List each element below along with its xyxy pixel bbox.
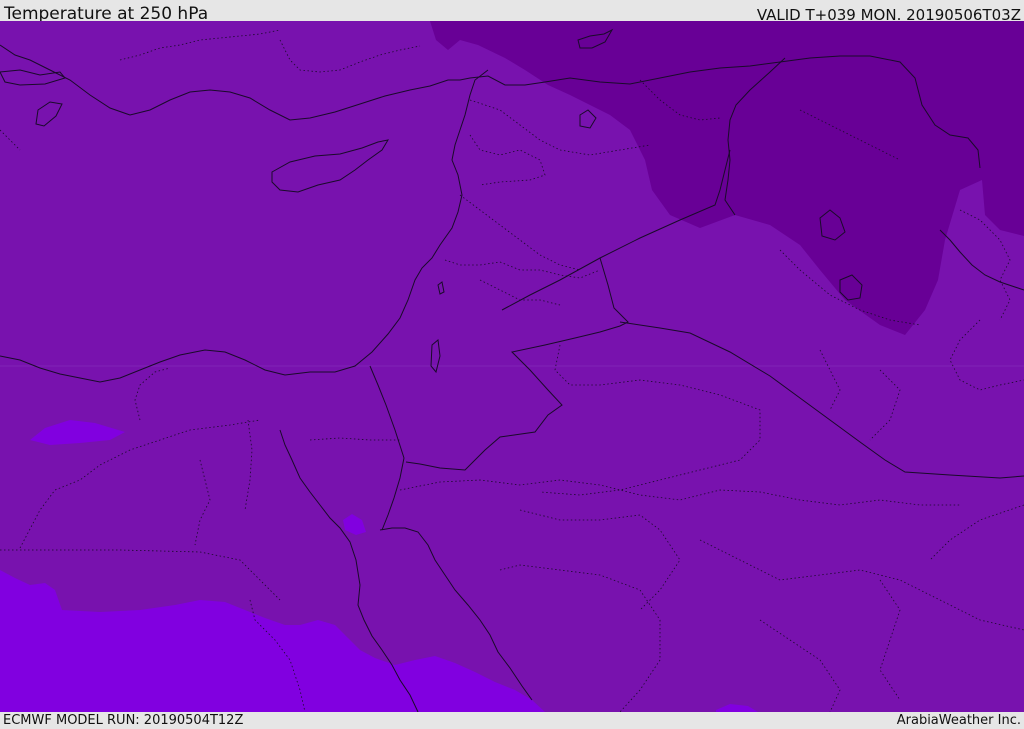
credit-label: ArabiaWeather Inc. [896,713,1021,728]
footer-bar: ECMWF MODEL RUN: 20190504T12Z ArabiaWeat… [0,712,1024,729]
model-run-label: ECMWF MODEL RUN: 20190504T12Z [3,713,244,728]
temperature-map [0,21,1024,712]
header-bar: Temperature at 250 hPa VALID T+039 MON. … [0,0,1024,24]
map-panel [0,21,1024,712]
